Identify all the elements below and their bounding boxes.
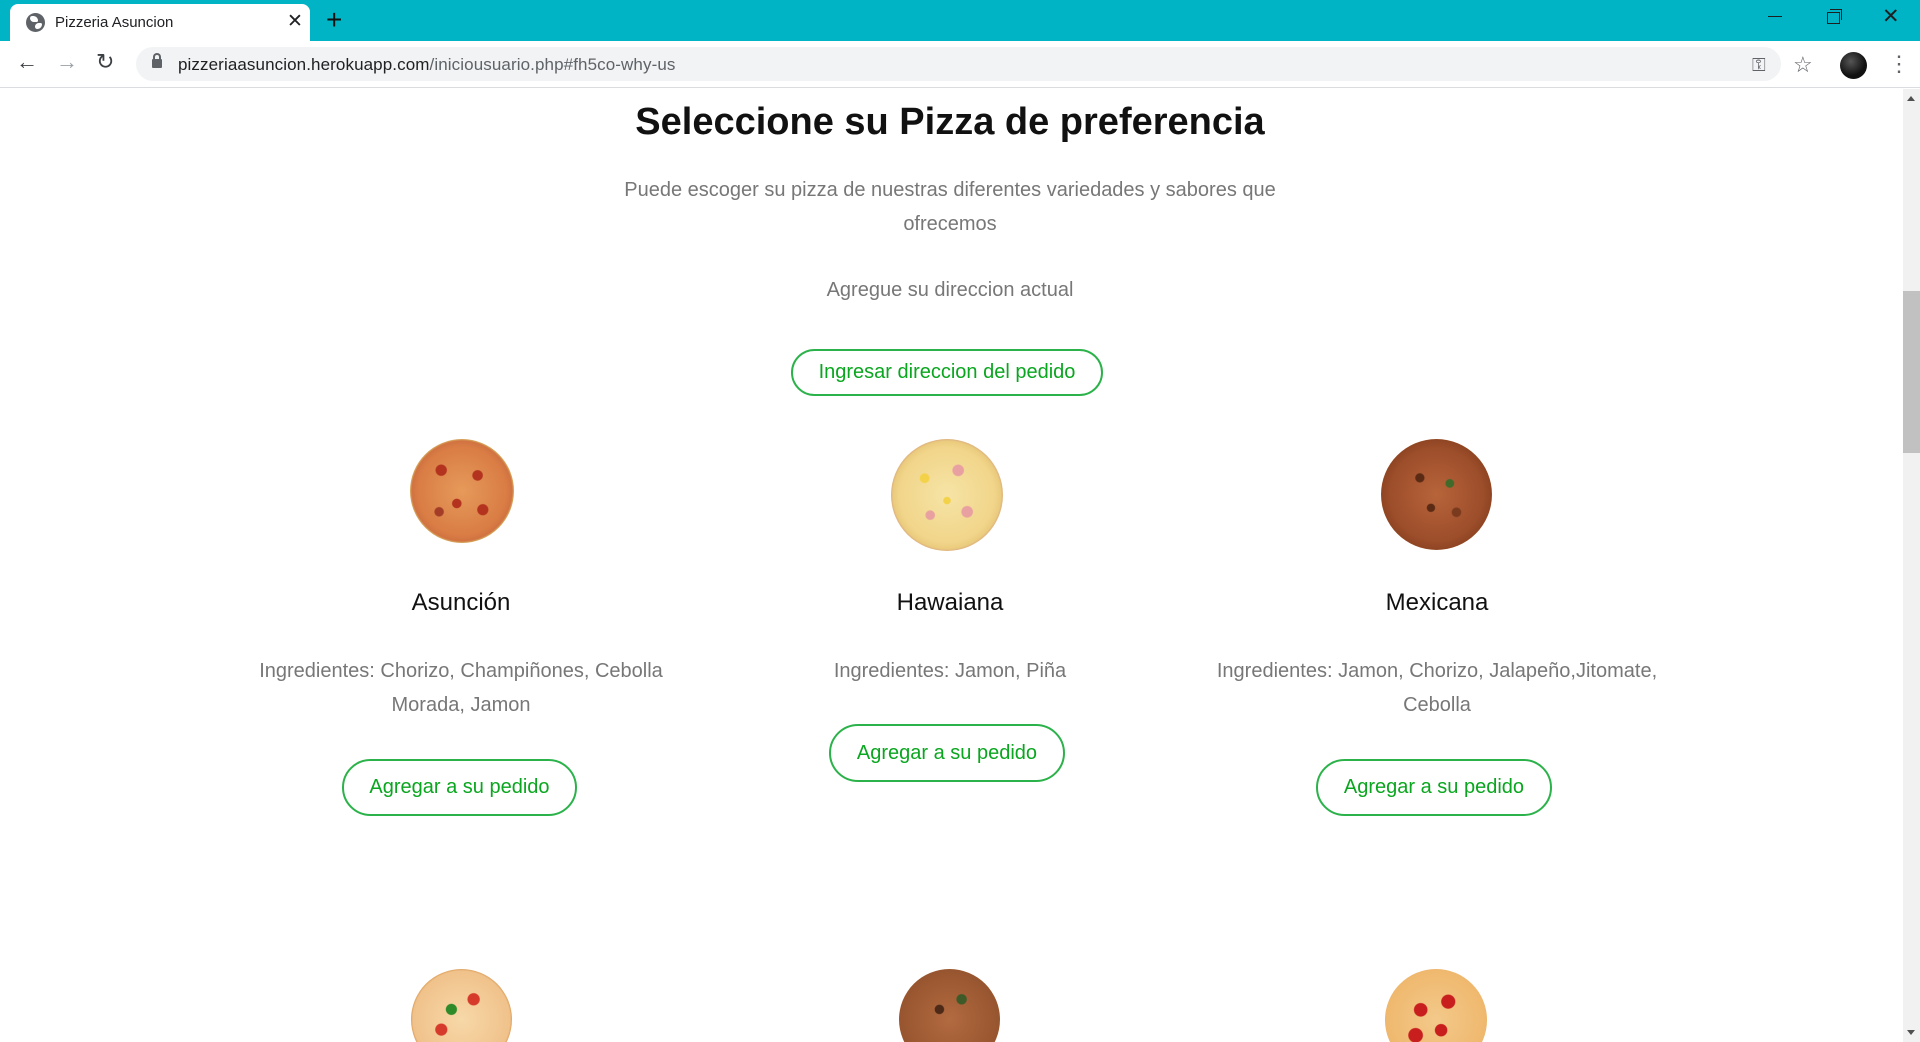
tab-strip: Pizzeria Asuncion ✕ + ✕ — [0, 0, 1920, 41]
page-title: Seleccione su Pizza de preferencia — [635, 101, 1265, 143]
add-to-order-button[interactable]: Agregar a su pedido — [829, 724, 1065, 782]
plus-icon[interactable]: + — [326, 6, 342, 34]
scrollbar[interactable] — [1903, 89, 1920, 1042]
scroll-down-arrow-icon[interactable] — [1907, 1030, 1915, 1035]
globe-icon — [26, 13, 45, 32]
pizza-image-mexicana — [1381, 439, 1492, 550]
pizza-image — [1385, 969, 1487, 1042]
window-close-icon[interactable]: ✕ — [1882, 6, 1900, 27]
add-to-order-button[interactable]: Agregar a su pedido — [342, 759, 577, 816]
add-to-order-button[interactable]: Agregar a su pedido — [1316, 759, 1552, 816]
scrollbar-thumb[interactable] — [1903, 291, 1920, 453]
minimize-icon[interactable] — [1768, 16, 1782, 17]
pizza-name: Asunción — [411, 589, 511, 616]
avatar[interactable] — [1840, 52, 1867, 79]
pizza-name: Mexicana — [1385, 589, 1489, 616]
tab-title: Pizzeria Asuncion — [55, 14, 174, 31]
pizza-image — [411, 969, 512, 1042]
pizza-image — [899, 969, 1000, 1042]
lock-icon[interactable] — [152, 53, 162, 68]
star-icon[interactable]: ☆ — [1793, 52, 1813, 78]
key-icon[interactable]: ⚿ — [1752, 55, 1766, 76]
pizza-image-asuncion — [410, 439, 514, 543]
page-subtitle: Puede escoger su pizza de nuestras difer… — [624, 179, 1276, 235]
arrow-left-icon[interactable]: ← — [16, 50, 38, 74]
browser-toolbar: ← → ↻ pizzeriaasuncion.herokuapp.com/ini… — [0, 41, 1920, 88]
scroll-up-arrow-icon[interactable] — [1907, 96, 1915, 101]
pizza-image-hawaiana — [891, 439, 1003, 551]
page-content: Seleccione su Pizza de preferencia Puede… — [0, 89, 1903, 1042]
reload-icon[interactable]: ↻ — [96, 50, 114, 74]
pizza-ingredients: Ingredientes: Jamon, Chorizo, Jalapeño,J… — [1216, 660, 1658, 716]
pizza-ingredients: Ingredientes: Chorizo, Champiñones, Cebo… — [259, 660, 663, 716]
address-bar[interactable]: pizzeriaasuncion.herokuapp.com/iniciousu… — [136, 47, 1781, 81]
pizza-ingredients: Ingredientes: Jamon, Piña — [833, 660, 1067, 682]
arrow-right-icon[interactable]: → — [56, 50, 78, 74]
restore-icon[interactable] — [1827, 9, 1842, 24]
browser-tab[interactable]: Pizzeria Asuncion ✕ — [10, 4, 310, 41]
url-text[interactable]: pizzeriaasuncion.herokuapp.com/iniciousu… — [178, 55, 676, 75]
address-button[interactable]: Ingresar direccion del pedido — [791, 349, 1103, 396]
kebab-menu-icon[interactable]: ⋮ — [1888, 52, 1910, 76]
close-icon[interactable]: ✕ — [287, 12, 303, 31]
address-prompt: Agregue su direccion actual — [826, 279, 1074, 301]
pizza-name: Hawaiana — [896, 589, 1004, 616]
